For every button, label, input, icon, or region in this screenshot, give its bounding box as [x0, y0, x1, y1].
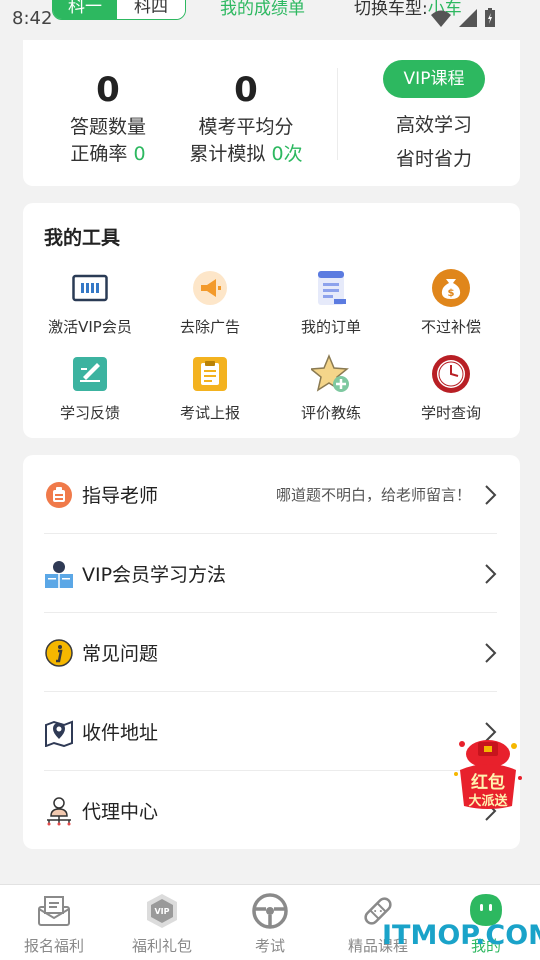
vip-hex-icon: VIP	[108, 891, 216, 931]
tool-label: 评价教练	[300, 404, 361, 422]
system-icons	[430, 8, 496, 28]
tool-study-feedback[interactable]: 学习反馈	[30, 354, 150, 423]
stats-divider	[337, 68, 338, 160]
menu-item-vip-method[interactable]: VIP会员学习方法	[44, 534, 497, 613]
stats-card: 0 答题数量 正确率 0 0 模考平均分 累计模拟 0次 VIP课程 高效学习 …	[23, 40, 520, 186]
mock-total-label: 累计模拟	[189, 143, 266, 165]
tool-my-orders[interactable]: 我的订单	[271, 268, 391, 337]
chevron-right-icon	[485, 484, 497, 505]
tool-label: 学习反馈	[59, 404, 120, 422]
menu-item-label: 指导老师	[82, 485, 159, 507]
mock-average-label: 模考平均分	[198, 116, 294, 138]
mock-stat[interactable]: 0 模考平均分 累计模拟 0次	[171, 70, 321, 166]
tab-exam[interactable]: 考试	[216, 891, 324, 956]
chevron-right-icon	[485, 642, 497, 663]
menu-item-teacher[interactable]: 指导老师 哪道题不明白，给老师留言！	[44, 455, 497, 534]
tool-rate-coach[interactable]: 评价教练	[271, 354, 391, 423]
tool-remove-ads[interactable]: 去除广告	[150, 268, 270, 337]
tab-label: 报名福利	[23, 937, 84, 955]
vip-course-button[interactable]: VIP课程	[383, 60, 485, 98]
mock-average: 0	[234, 70, 258, 110]
chevron-right-icon	[485, 563, 497, 584]
red-packet-promo[interactable]: 红包 大派送	[452, 734, 524, 810]
tab-signup-benefits[interactable]: 报名福利	[0, 891, 108, 956]
svg-text:$: $	[448, 288, 455, 299]
tab-gift-pack[interactable]: VIP 福利礼包	[108, 891, 216, 956]
answered-label: 答题数量	[69, 116, 146, 138]
order-list-icon	[311, 268, 351, 308]
tool-study-hours[interactable]: 学时查询	[391, 354, 511, 423]
status-time: 8:42	[12, 8, 53, 29]
status-bar: 8:42	[0, 0, 540, 40]
battery-icon	[485, 8, 495, 27]
tool-label: 去除广告	[179, 318, 240, 336]
wifi-icon	[431, 10, 451, 27]
tools-card: 我的工具 激活VIP会员 去除广告 我的订单 $ 不过补偿 学习反馈 考试上报	[23, 203, 520, 438]
tool-exam-report[interactable]: 考试上报	[150, 354, 270, 423]
star-plus-icon	[311, 354, 351, 394]
tool-label: 考试上报	[179, 404, 240, 422]
megaphone-icon	[190, 268, 230, 308]
svg-text:VIP: VIP	[154, 907, 169, 916]
tab-label: 考试	[254, 937, 285, 955]
tab-label: 福利礼包	[131, 937, 192, 955]
watermark: ITMOP.COM	[382, 920, 540, 951]
tools-title: 我的工具	[44, 227, 121, 249]
tool-activate-vip[interactable]: 激活VIP会员	[30, 268, 150, 337]
menu-item-label: 代理中心	[82, 801, 159, 823]
menu-item-label: 常见问题	[82, 643, 159, 665]
money-bag-icon: $	[431, 268, 471, 308]
tool-fail-compensation[interactable]: $ 不过补偿	[391, 268, 511, 337]
mock-total-value: 0次	[271, 143, 303, 165]
menu-item-hint: 哪道题不明白，给老师留言！	[275, 486, 471, 504]
accuracy-value: 0	[133, 143, 146, 165]
vip-card-icon	[70, 268, 110, 308]
answered-count: 0	[96, 70, 120, 110]
steering-wheel-icon	[216, 891, 324, 931]
promo-line-2: 大派送	[468, 794, 508, 809]
menu-item-faq[interactable]: 常见问题	[44, 613, 497, 692]
vip-slogan-2: 省时省力	[395, 148, 472, 170]
teacher-badge-icon	[44, 480, 74, 510]
report-clipboard-icon	[190, 354, 230, 394]
menu-item-label: 收件地址	[82, 722, 159, 744]
clock-icon	[431, 354, 471, 394]
menu-card: 指导老师 哪道题不明白，给老师留言！ VIP会员学习方法 常见问题 收件地址 代…	[23, 455, 520, 849]
mock-total-line: 累计模拟 0次	[171, 139, 321, 166]
accuracy-line: 正确率 0	[33, 139, 183, 166]
reader-icon	[44, 559, 74, 589]
info-icon	[44, 638, 74, 668]
tool-label: 激活VIP会员	[48, 318, 132, 336]
tool-label: 我的订单	[300, 318, 361, 336]
answered-stat[interactable]: 0 答题数量 正确率 0	[33, 70, 183, 166]
agent-icon	[44, 796, 74, 826]
tool-label: 学时查询	[420, 404, 481, 422]
menu-item-label: VIP会员学习方法	[82, 564, 227, 586]
envelope-icon	[0, 891, 108, 931]
tool-label: 不过补偿	[420, 318, 481, 336]
signal-icon	[459, 9, 477, 27]
feedback-pen-icon	[70, 354, 110, 394]
vip-slogan-1: 高效学习	[395, 114, 472, 136]
map-pin-icon	[44, 717, 74, 747]
menu-item-address[interactable]: 收件地址	[44, 692, 497, 771]
accuracy-label: 正确率	[70, 143, 128, 165]
menu-item-agent-center[interactable]: 代理中心	[44, 771, 497, 850]
